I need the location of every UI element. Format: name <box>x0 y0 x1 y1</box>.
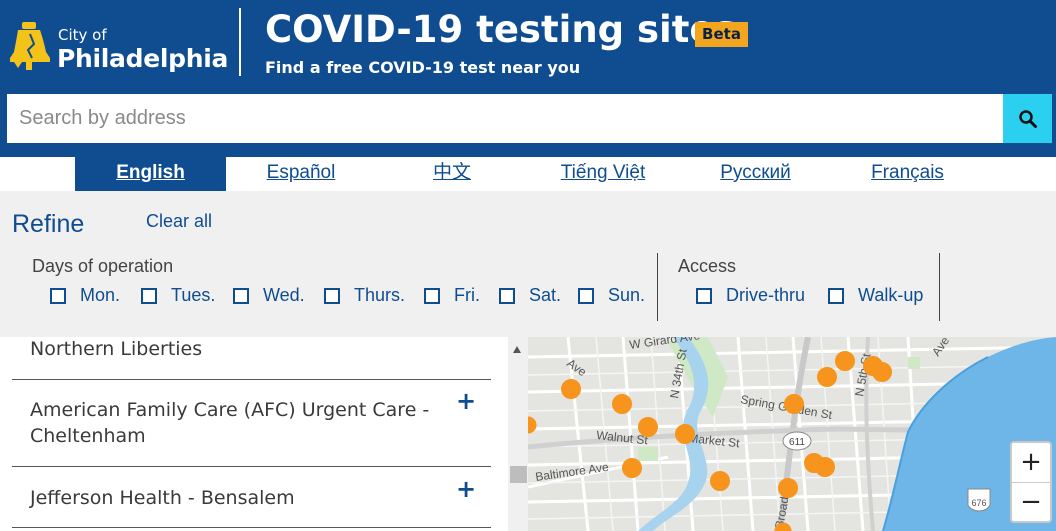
filter-label-tues: Tues. <box>171 285 216 305</box>
search-icon <box>1018 109 1037 128</box>
filter-label-drive-thru: Drive-thru <box>726 285 806 305</box>
filter-wed[interactable]: Wed. <box>233 285 305 306</box>
days-of-operation-label: Days of operation <box>32 256 174 276</box>
route-number: 611 <box>789 437 805 448</box>
filter-label-walk-up: Walk-up <box>858 285 924 305</box>
testing-site-marker <box>710 471 730 491</box>
filter-tues[interactable]: Tues. <box>141 285 215 306</box>
expand-plus-icon[interactable]: + <box>456 389 476 413</box>
map-label: Ave <box>564 356 589 379</box>
filter-drive-thru[interactable]: Drive-thru <box>696 285 805 306</box>
lang-tab-russian[interactable]: Русский <box>700 157 811 191</box>
zoom-out-button[interactable]: − <box>1012 483 1050 522</box>
lang-tab-french[interactable]: Français <box>852 157 963 191</box>
header-divider <box>239 8 241 76</box>
access-label: Access <box>678 256 737 276</box>
filter-walk-up[interactable]: Walk-up <box>828 285 923 306</box>
logo-city-text: City of <box>58 26 107 44</box>
site-name[interactable]: Northern Liberties <box>30 337 202 362</box>
checkbox[interactable] <box>499 287 515 304</box>
lang-tab-spanish[interactable]: Español <box>240 157 362 191</box>
app-header: City of Philadelphia COVID-19 testing si… <box>0 0 1056 157</box>
testing-site-marker <box>622 458 642 478</box>
filter-divider <box>939 253 940 321</box>
testing-site-marker <box>675 424 695 444</box>
filter-label-mon: Mon. <box>80 285 121 305</box>
checkbox[interactable] <box>696 287 712 304</box>
map-view[interactable]: W Girard Ave N 34th St Spring Garden St … <box>528 337 1056 531</box>
map-canvas[interactable]: W Girard Ave N 34th St Spring Garden St … <box>528 337 1056 531</box>
filter-label-fri: Fri. <box>454 285 480 305</box>
scrollbar-thumb[interactable] <box>510 466 527 483</box>
page-title: COVID-19 testing sites <box>265 8 737 51</box>
beta-badge: Beta <box>695 22 748 47</box>
testing-site-marker <box>815 457 835 477</box>
testing-site-marker <box>612 394 632 414</box>
zoom-in-button[interactable]: + <box>1012 443 1050 482</box>
testing-site-marker <box>817 367 837 387</box>
checkbox[interactable] <box>141 287 157 304</box>
testing-site-marker <box>528 416 537 434</box>
testing-site-marker <box>778 478 798 498</box>
testing-site-marker <box>638 417 658 437</box>
search-button[interactable] <box>1003 94 1052 143</box>
refine-panel: Refine Clear all Days of operation Acces… <box>0 191 1056 337</box>
refine-title: Refine <box>12 210 85 238</box>
filter-label-sun: Sun. <box>608 285 646 305</box>
checkbox[interactable] <box>50 287 66 304</box>
scroll-up-arrow-icon[interactable] <box>513 346 521 353</box>
logo-philadelphia-text: Philadelphia <box>57 44 229 73</box>
list-divider <box>12 379 491 380</box>
testing-site-marker <box>872 362 892 382</box>
language-bar: English Español 中文 Tiếng Việt Русский Fr… <box>0 157 1056 191</box>
site-name[interactable]: Jefferson Health - Bensalem <box>30 485 295 511</box>
checkbox[interactable] <box>828 287 844 304</box>
filter-mon[interactable]: Mon. <box>50 285 120 306</box>
filter-sun[interactable]: Sun. <box>578 285 645 306</box>
filter-label-wed: Wed. <box>263 285 305 305</box>
list-divider <box>12 527 491 528</box>
checkbox[interactable] <box>324 287 340 304</box>
checkbox[interactable] <box>578 287 594 304</box>
liberty-bell-icon <box>10 22 50 70</box>
lang-tab-chinese[interactable]: 中文 <box>400 157 504 191</box>
testing-site-marker <box>835 351 855 371</box>
filter-thurs[interactable]: Thurs. <box>324 285 405 306</box>
list-divider <box>12 466 491 467</box>
filter-divider <box>657 253 658 321</box>
checkbox[interactable] <box>424 287 440 304</box>
address-search-input[interactable] <box>7 94 1003 143</box>
site-name[interactable]: American Family Care (AFC) Urgent Care - <box>30 397 429 423</box>
checkbox[interactable] <box>233 287 249 304</box>
testing-site-marker <box>561 379 581 399</box>
lang-tab-vietnamese[interactable]: Tiếng Việt <box>540 157 666 191</box>
lang-tab-english[interactable]: English <box>75 157 226 191</box>
testing-site-marker <box>784 394 804 414</box>
expand-plus-icon[interactable]: + <box>456 477 476 501</box>
site-name-line2[interactable]: Cheltenham <box>30 423 146 449</box>
testing-sites-list: Northern Liberties American Family Care … <box>0 337 508 531</box>
city-logo[interactable]: City of Philadelphia <box>8 20 228 80</box>
filter-label-sat: Sat. <box>529 285 562 305</box>
filter-fri[interactable]: Fri. <box>424 285 480 306</box>
page-subtitle: Find a free COVID-19 test near you <box>265 58 581 77</box>
route-number: 676 <box>971 498 986 508</box>
map-zoom-control: + − <box>1010 441 1052 523</box>
filter-sat[interactable]: Sat. <box>499 285 561 306</box>
clear-all-link[interactable]: Clear all <box>146 211 212 232</box>
filter-label-thurs: Thurs. <box>354 285 406 305</box>
